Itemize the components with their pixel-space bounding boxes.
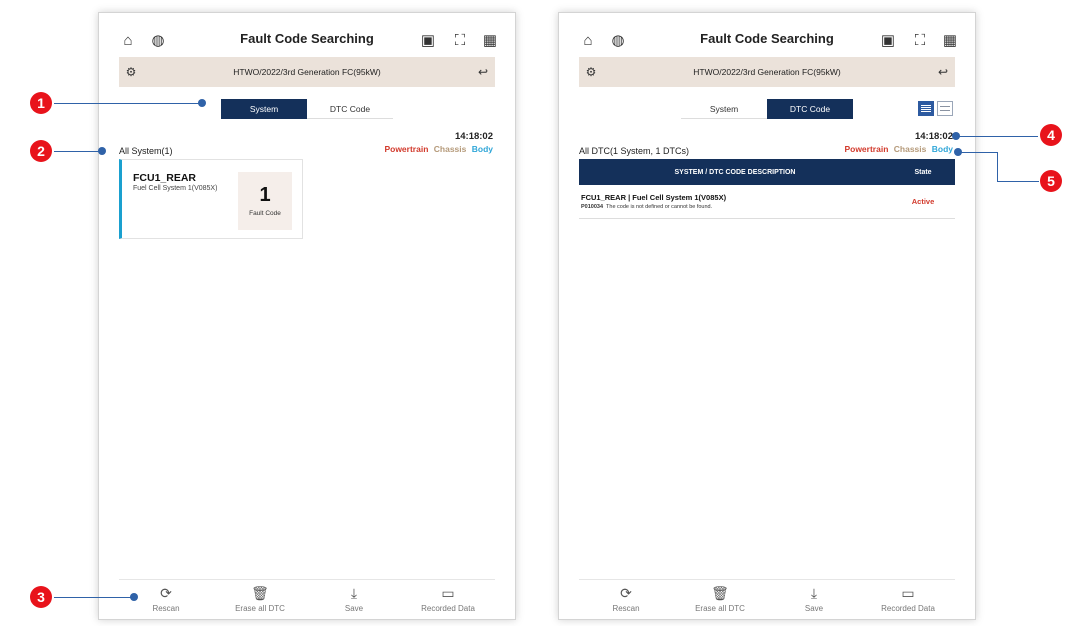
tab-dtc-code[interactable]: DTC Code [767,99,853,119]
callout-badge-3: 3 [30,586,52,608]
vehicle-info-icon[interactable]: ⚙ [579,65,603,79]
row-dtc-code: P010034 [581,204,604,210]
save-button[interactable]: ⤓ Save [767,580,861,619]
dtc-table: SYSTEM / DTC CODE DESCRIPTION State FCU1… [579,159,955,219]
scan-time: 14:18:02 [914,131,953,142]
folder-icon: ▭ [441,585,455,601]
view-tabs: System DTC Code [681,99,853,119]
vehicle-bar: ⚙ HTWO/2022/3rd Generation FC(95kW) ↩ [119,57,495,87]
vci-icon[interactable]: ▣ [417,29,439,51]
table-header: SYSTEM / DTC CODE DESCRIPTION State [579,159,955,185]
view-toggle [918,101,953,116]
callout-badge-2: 2 [30,140,52,162]
row-state: Active [911,197,935,206]
refresh-icon: ⟳ [620,585,632,601]
section-label: All DTC(1 System, 1 DTCs) [579,146,690,156]
download-icon: ⤓ [810,585,818,601]
download-icon: ⤓ [350,585,358,601]
save-button[interactable]: ⤓ Save [307,580,401,619]
callout-line-5b [997,152,998,182]
row-system: FCU1_REAR | Fuel Cell System 1(V085X) [581,193,727,202]
grid-menu-icon[interactable]: ▦ [939,29,961,51]
table-row[interactable]: FCU1_REAR | Fuel Cell System 1(V085X) P0… [579,185,955,219]
section-label: All System(1) [119,146,173,156]
callout-badge-1: 1 [30,92,52,114]
vehicle-bar: ⚙ HTWO/2022/3rd Generation FC(95kW) ↩ [579,57,955,87]
filter-chassis[interactable]: Chassis [894,144,927,154]
erase-label: Erase all DTC [235,604,285,613]
title-bar: ⌂ ◍ Fault Code Searching ▣ ⛶ ▦ [559,27,975,53]
vehicle-name: HTWO/2022/3rd Generation FC(95kW) [693,67,841,77]
recorded-data-label: Recorded Data [881,604,935,613]
folder-icon: ▭ [901,585,915,601]
save-label: Save [804,604,824,613]
list-view-icon[interactable] [918,101,934,116]
filter-chassis[interactable]: Chassis [434,144,467,154]
back-icon[interactable]: ↩ [931,65,955,79]
system-name: FCU1_REAR [133,172,197,184]
callout-line-2 [54,151,100,152]
rescan-label: Rescan [152,604,180,613]
trash-icon: 🗑 [251,585,269,601]
vci-icon[interactable]: ▣ [877,29,899,51]
callout-line-5a [960,152,998,153]
filter-powertrain[interactable]: Powertrain [384,144,428,154]
callout-line-3 [54,597,134,598]
recorded-data-label: Recorded Data [421,604,475,613]
erase-all-dtc-button[interactable]: 🗑 Erase all DTC [673,580,767,619]
callout-badge-5: 5 [1040,170,1062,192]
bottom-toolbar: ⟳ Rescan 🗑 Erase all DTC ⤓ Save ▭ Record… [579,579,955,619]
callout-dot-2 [98,147,106,155]
recorded-data-button[interactable]: ▭ Recorded Data [401,580,495,619]
vehicle-info-icon[interactable]: ⚙ [119,65,143,79]
view-tabs: System DTC Code [221,99,393,119]
row-dtc-description: The code is not defined or cannot be fou… [606,204,713,210]
scan-time: 14:18:02 [454,131,493,142]
callout-line-1 [54,103,200,104]
tab-dtc-code[interactable]: DTC Code [307,99,393,119]
callout-line-5c [997,181,1039,182]
category-filters: Powertrain Chassis Body [381,144,493,154]
filter-body[interactable]: Body [932,144,953,154]
rescan-button[interactable]: ⟳ Rescan [579,580,673,619]
filter-powertrain[interactable]: Powertrain [844,144,888,154]
row-code-line: P010034 The code is not defined or cannot… [581,204,891,210]
column-state: State [914,168,932,176]
fullscreen-icon[interactable]: ⛶ [449,29,471,51]
save-label: Save [344,604,364,613]
fault-count-label: Fault Code [249,210,281,217]
canvas: ⌂ ◍ Fault Code Searching ▣ ⛶ ▦ ⚙ HTWO/20… [0,0,1075,626]
system-card[interactable]: FCU1_REAR Fuel Cell System 1(V085X) 1 Fa… [119,159,303,239]
category-filters: Powertrain Chassis Body [841,144,953,154]
column-description: SYSTEM / DTC CODE DESCRIPTION [674,168,796,176]
filter-body[interactable]: Body [472,144,493,154]
erase-all-dtc-button[interactable]: 🗑 Erase all DTC [213,580,307,619]
vehicle-name: HTWO/2022/3rd Generation FC(95kW) [233,67,381,77]
fullscreen-icon[interactable]: ⛶ [909,29,931,51]
right-screen: ⌂ ◍ Fault Code Searching ▣ ⛶ ▦ ⚙ HTWO/20… [558,12,976,620]
rescan-label: Rescan [612,604,640,613]
erase-label: Erase all DTC [695,604,745,613]
callout-dot-1 [198,99,206,107]
grid-menu-icon[interactable]: ▦ [479,29,501,51]
compact-view-icon[interactable] [937,101,953,116]
title-bar: ⌂ ◍ Fault Code Searching ▣ ⛶ ▦ [99,27,515,53]
refresh-icon: ⟳ [160,585,172,601]
callout-badge-4: 4 [1040,124,1062,146]
fault-count-box: 1 Fault Code [238,172,292,230]
back-icon[interactable]: ↩ [471,65,495,79]
trash-icon: 🗑 [711,585,729,601]
tab-system[interactable]: System [221,99,307,119]
callout-dot-3 [130,593,138,601]
callout-line-4 [958,136,1038,137]
bottom-toolbar: ⟳ Rescan 🗑 Erase all DTC ⤓ Save ▭ Record… [119,579,495,619]
fault-count: 1 [259,184,271,206]
tab-system[interactable]: System [681,99,767,119]
system-description: Fuel Cell System 1(V085X) [133,185,218,192]
recorded-data-button[interactable]: ▭ Recorded Data [861,580,955,619]
